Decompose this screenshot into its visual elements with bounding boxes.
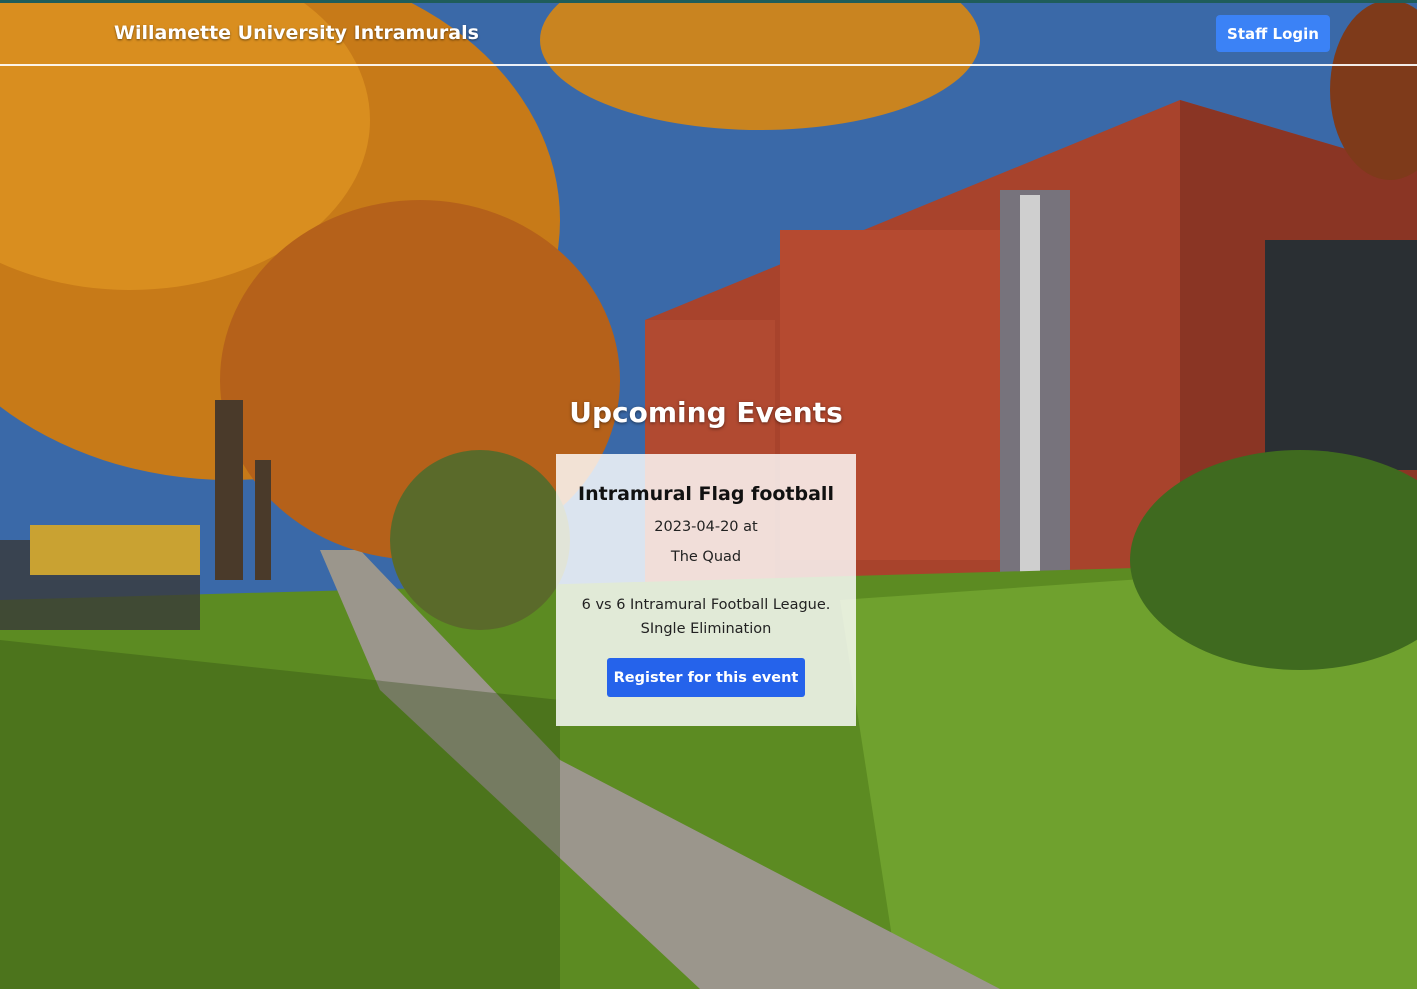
upcoming-events-heading: Upcoming Events	[569, 396, 843, 429]
brand-title[interactable]: Willamette University Intramurals	[114, 22, 479, 44]
event-date: 2023-04-20 at	[654, 519, 758, 535]
event-title: Intramural Flag football	[578, 483, 834, 505]
event-description: 6 vs 6 Intramural Football League. SIngl…	[581, 597, 831, 637]
staff-login-button[interactable]: Staff Login	[1216, 15, 1330, 52]
page: Willamette University Intramurals Staff …	[0, 0, 1417, 989]
event-card: Intramural Flag football 2023-04-20 at T…	[556, 454, 856, 726]
event-location: The Quad	[670, 549, 742, 565]
navbar: Willamette University Intramurals Staff …	[0, 3, 1417, 66]
register-event-button[interactable]: Register for this event	[607, 658, 805, 697]
